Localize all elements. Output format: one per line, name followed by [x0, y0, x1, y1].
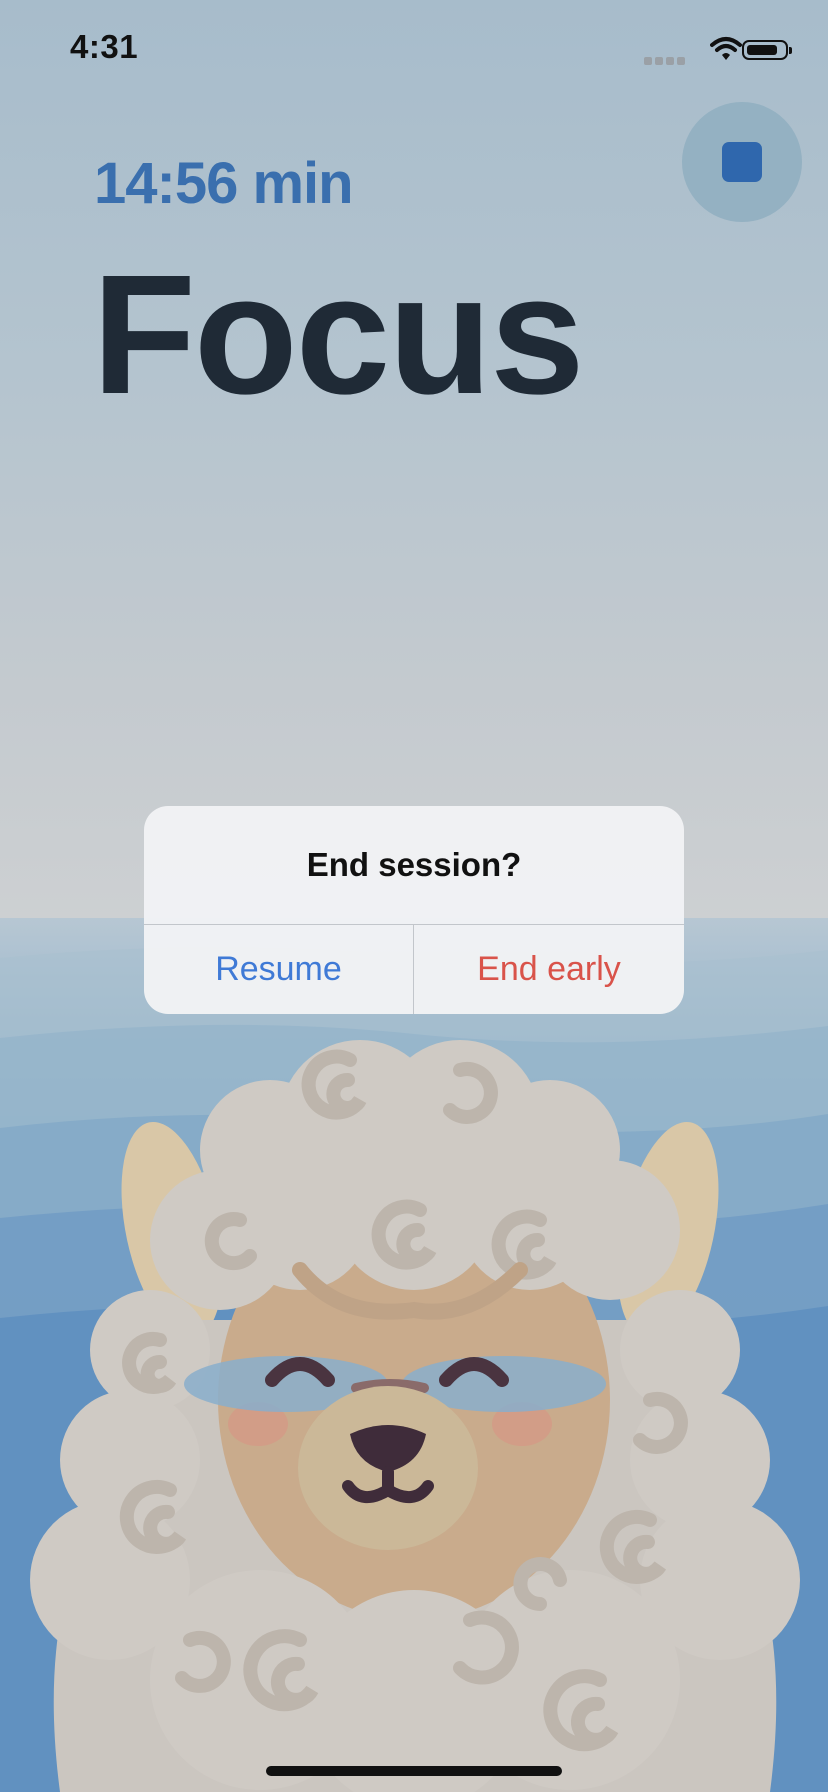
- dialog-title: End session?: [306, 846, 522, 883]
- resume-button[interactable]: Resume: [144, 925, 413, 1014]
- stop-icon: [722, 142, 762, 182]
- wifi-icon: [710, 37, 742, 60]
- battery-icon: [742, 40, 792, 60]
- focus-screen: 4:31 14:56 min Focus End session? Resume…: [0, 0, 828, 1792]
- end-session-dialog: End session? Resume End early: [144, 806, 684, 1014]
- page-title: Focus: [92, 240, 585, 430]
- end-early-button[interactable]: End early: [414, 925, 684, 1014]
- status-time: 4:31: [70, 28, 139, 65]
- home-indicator[interactable]: [266, 1766, 562, 1776]
- status-icons: [644, 36, 794, 65]
- stop-button[interactable]: [682, 102, 802, 222]
- sheep-illustration: [30, 1040, 800, 1792]
- session-timer: 14:56 min: [94, 151, 354, 216]
- signal-icon: [644, 52, 688, 70]
